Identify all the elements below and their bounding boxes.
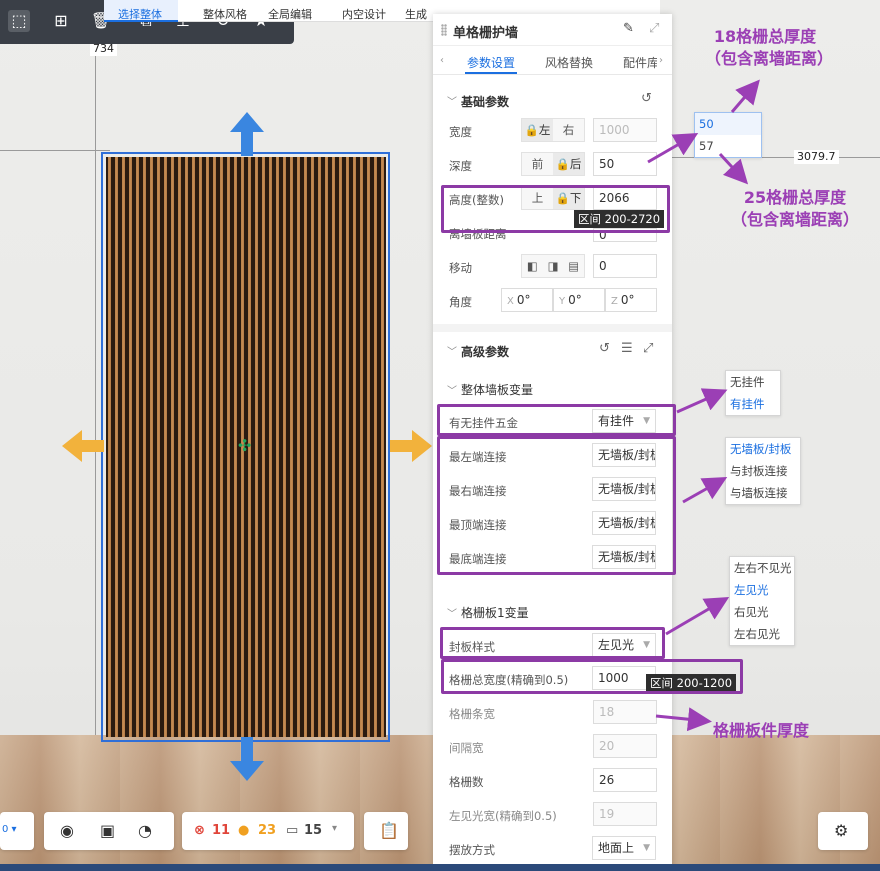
arrow-hanger: [676, 388, 728, 414]
view-dropdown-icon[interactable]: 0 ▾: [2, 824, 17, 835]
arrow-connect: [682, 477, 728, 504]
gauge-icon[interactable]: ◔: [138, 821, 152, 840]
view-tools: ◉ ▣ ◔: [44, 812, 174, 850]
taskbar: [0, 864, 880, 871]
cube-icon[interactable]: ▣: [100, 821, 115, 840]
error-icon: ⊗: [194, 823, 205, 838]
item-icon: ▭: [286, 823, 299, 838]
error-count: 11: [212, 823, 231, 838]
item-count: 15: [304, 823, 323, 838]
annotation-arrows: [647, 79, 760, 732]
arrow-50-to-note18: [730, 79, 760, 113]
arrow-depth-to-options: [647, 132, 699, 164]
eye-icon[interactable]: ◉: [60, 821, 74, 840]
arrow-strip: [655, 707, 712, 732]
clipboard-button[interactable]: 📋: [364, 812, 408, 850]
arrow-seal: [665, 596, 730, 636]
view-selector[interactable]: 0 ▾: [0, 812, 34, 850]
settings-toggle-button[interactable]: ⚙: [818, 812, 868, 850]
chevron-down-icon[interactable]: ▾: [332, 823, 337, 834]
warning-count: 23: [258, 823, 277, 838]
clipboard-icon: 📋: [379, 821, 399, 840]
check-status-bar[interactable]: ⊗ 11 ● 23 ▭ 15 ▾: [182, 812, 354, 850]
arrow-57-to-note25: [718, 152, 749, 185]
warning-icon: ●: [238, 823, 250, 838]
toggle-icon: ⚙: [834, 821, 849, 840]
